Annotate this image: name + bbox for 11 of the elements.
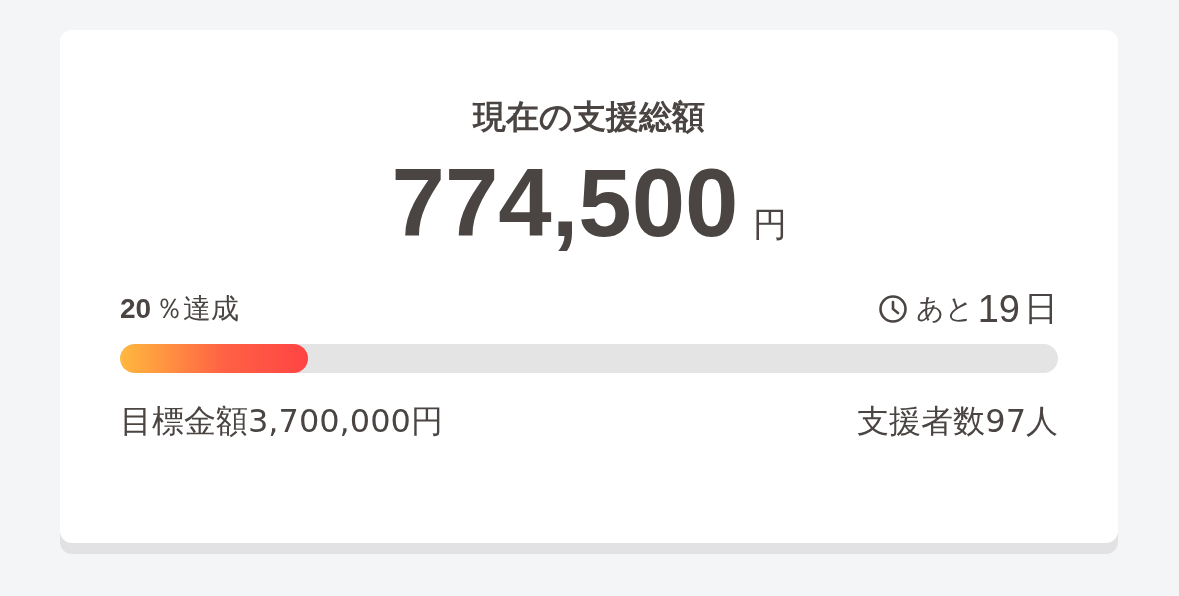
remaining-prefix: あと bbox=[915, 291, 974, 327]
goal-amount: 目標金額3,700,000円 bbox=[120, 401, 443, 442]
remaining-days: 19 bbox=[977, 287, 1020, 331]
backer-count: 支援者数97人 bbox=[857, 401, 1058, 442]
clock-icon bbox=[877, 294, 908, 324]
achievement-percent: 20 bbox=[120, 293, 152, 325]
card-title: 現在の支援総額 bbox=[473, 96, 705, 138]
total-amount: 774,500 bbox=[391, 148, 739, 258]
currency-unit: 円 bbox=[752, 203, 787, 246]
achievement-label: ％達成 bbox=[155, 291, 240, 327]
remaining-unit: 日 bbox=[1024, 287, 1058, 330]
